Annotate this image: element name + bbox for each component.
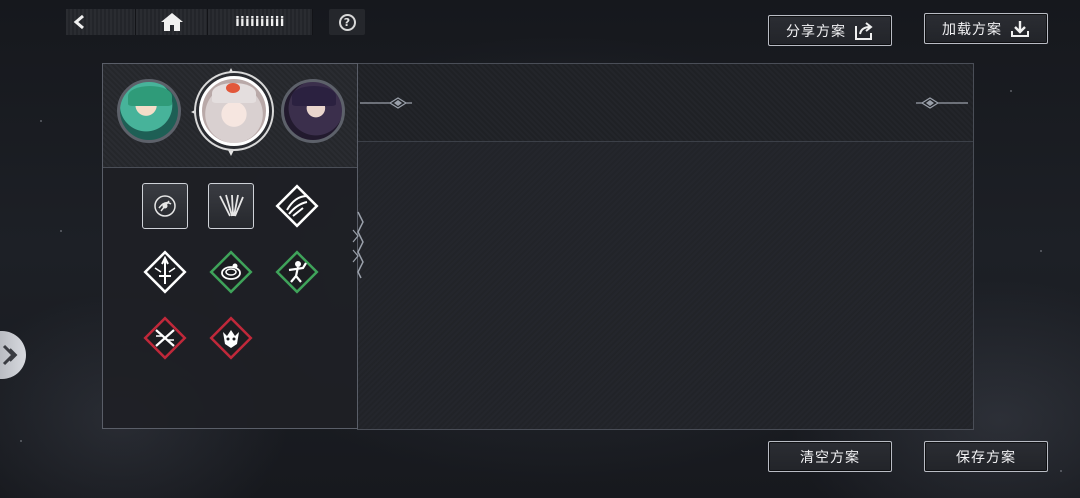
skill-slot[interactable]: [141, 314, 189, 362]
help-icon: ?: [338, 13, 356, 31]
ornament-icon: [916, 97, 968, 109]
plan-content-area: [358, 142, 973, 429]
load-plan-label: 加载方案: [942, 21, 1002, 38]
plan-display-panel: [357, 63, 974, 430]
home-icon: [160, 13, 183, 31]
panel-edge-ornament-icon: [352, 211, 364, 279]
load-plan-button[interactable]: 加载方案: [924, 13, 1048, 44]
page-title: iiiiiiiiii: [208, 9, 313, 35]
skill-slot[interactable]: [207, 182, 255, 230]
sword-icon: [143, 250, 187, 294]
background-speck: [60, 230, 62, 232]
clear-plan-label: 清空方案: [800, 449, 860, 466]
character-skill-panel: [102, 63, 358, 429]
warrior-figure-icon: [275, 250, 319, 294]
top-nav: iiiiiiiiii ?: [66, 9, 365, 35]
portrait-green-hair-character[interactable]: [117, 79, 181, 143]
back-arrow-icon: [73, 14, 84, 30]
home-button[interactable]: [136, 9, 208, 35]
share-icon: [855, 21, 873, 40]
crossed-blades-icon: [143, 316, 187, 360]
skill-slot[interactable]: [141, 248, 189, 296]
help-button[interactable]: ?: [329, 9, 365, 35]
save-plan-label: 保存方案: [956, 449, 1016, 466]
background-speck: [1040, 250, 1042, 252]
portrait-row: [103, 64, 357, 168]
claw-marks-icon: [219, 194, 244, 217]
ornament-icon: [360, 97, 412, 109]
background-speck: [40, 120, 42, 122]
skill-slot[interactable]: [273, 182, 321, 230]
background-speck: [1010, 90, 1012, 92]
share-plan-button[interactable]: 分享方案: [768, 15, 892, 46]
skill-slot[interactable]: [273, 248, 321, 296]
back-button[interactable]: [66, 9, 136, 35]
background-speck: [1060, 470, 1062, 472]
skill-grid: [103, 168, 357, 428]
download-icon: [1011, 20, 1029, 37]
portrait-white-hair-character[interactable]: [199, 76, 269, 146]
clear-plan-button[interactable]: 清空方案: [768, 441, 892, 472]
background-speck: [20, 440, 22, 442]
skill-slot[interactable]: [141, 182, 189, 230]
skill-slot[interactable]: [207, 314, 255, 362]
save-plan-button[interactable]: 保存方案: [924, 441, 1048, 472]
round-emblem-icon: [154, 195, 176, 217]
beast-head-icon: [209, 316, 253, 360]
wind-slash-icon: [275, 184, 319, 228]
skill-slot[interactable]: [207, 248, 255, 296]
share-plan-label: 分享方案: [786, 23, 846, 40]
plan-header-bar: [358, 64, 973, 142]
portrait-dark-hair-character[interactable]: [281, 79, 345, 143]
chevron-right-icon: [2, 344, 18, 366]
coiled-snake-icon: [209, 250, 253, 294]
expand-sidebar-button[interactable]: [0, 331, 26, 379]
